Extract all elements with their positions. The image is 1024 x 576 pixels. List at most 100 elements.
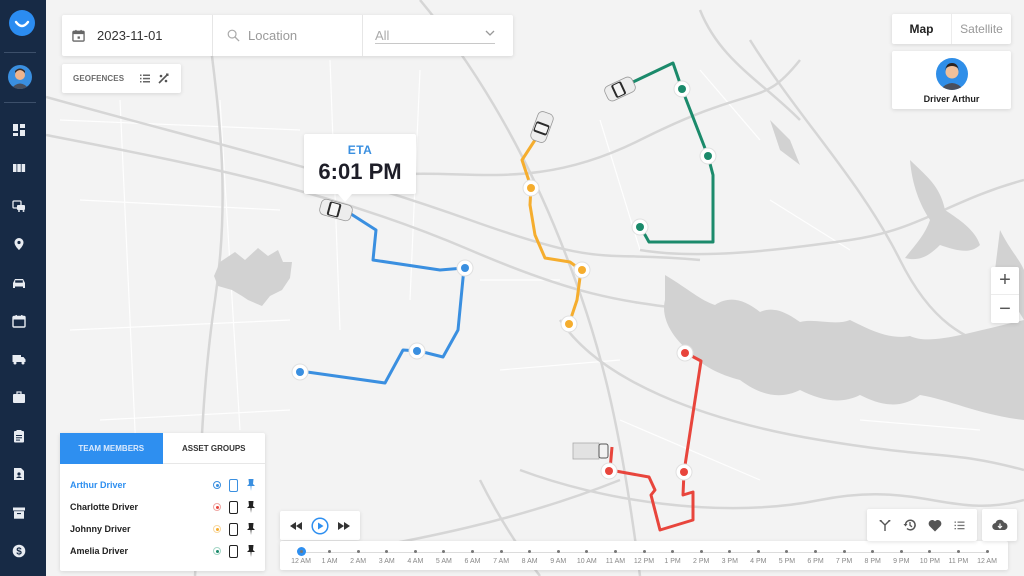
sidebar-item-archive[interactable]: [10, 504, 28, 522]
waypoint-blue[interactable]: [291, 363, 309, 381]
waypoint-red[interactable]: [600, 462, 618, 480]
briefcase-icon: [13, 391, 25, 403]
cloud-download-icon: [991, 519, 1007, 531]
split-route-button[interactable]: [879, 519, 891, 531]
timeline-tick: [699, 550, 703, 553]
team-member-row[interactable]: Charlotte Driver: [70, 496, 255, 518]
timeline-tick: [299, 550, 303, 553]
waypoint-orange[interactable]: [573, 261, 591, 279]
geofences-label: GEOFENCES: [73, 74, 125, 83]
mobile-device-icon[interactable]: [229, 544, 238, 558]
eta-label: ETA: [347, 143, 373, 157]
waypoint-orange[interactable]: [522, 179, 540, 197]
location-search-input[interactable]: Location: [213, 15, 363, 56]
list-icon: [954, 521, 965, 529]
zoom-out-button[interactable]: −: [991, 295, 1019, 323]
team-member-row[interactable]: Amelia Driver: [70, 540, 255, 562]
tab-team-members[interactable]: TEAM MEMBERS: [60, 433, 163, 464]
mobile-device-icon[interactable]: [229, 522, 238, 536]
timeline-hour-label: 1 AM: [321, 558, 338, 565]
member-name: Charlotte Driver: [70, 502, 139, 512]
pin-button[interactable]: [247, 523, 255, 535]
waypoint-green[interactable]: [631, 218, 649, 236]
waypoint-red[interactable]: [676, 344, 694, 362]
timeline-tick: [985, 550, 989, 553]
selected-driver-card[interactable]: Driver Arthur: [892, 51, 1011, 109]
waypoint-blue[interactable]: [456, 259, 474, 277]
vehicle-charlotte-truck-icon[interactable]: [572, 442, 609, 460]
sidebar-item-trucks[interactable]: [10, 350, 28, 368]
vehicle-johnny-car-icon[interactable]: [529, 110, 554, 144]
geofences-draw-button[interactable]: [158, 73, 169, 84]
app-logo[interactable]: [9, 10, 35, 36]
date-picker[interactable]: 2023-11-01: [62, 15, 213, 56]
timeline-tick: [814, 550, 817, 553]
chevron-down-icon: [485, 30, 495, 36]
sidebar-divider: [4, 102, 36, 103]
select-underline: [375, 43, 495, 44]
sidebar-item-jobs[interactable]: [10, 388, 28, 406]
list-view-button[interactable]: [954, 521, 965, 530]
timeline-hour-label: 6 AM: [464, 558, 481, 565]
playback-controls: [280, 511, 360, 540]
waypoint-red[interactable]: [675, 463, 693, 481]
map-type-map-button[interactable]: Map: [892, 14, 952, 44]
group-select[interactable]: All: [363, 15, 513, 56]
sidebar-item-locations[interactable]: [10, 235, 28, 253]
mobile-device-icon[interactable]: [229, 500, 238, 514]
favorites-button[interactable]: [928, 519, 942, 532]
team-member-row[interactable]: Arthur Driver: [70, 474, 255, 496]
fast-forward-button[interactable]: [337, 521, 350, 530]
vehicle-amelia-car-icon[interactable]: [603, 75, 637, 102]
timeline-hour-label: 7 AM: [493, 558, 510, 565]
pin-button[interactable]: [247, 479, 255, 491]
waypoint-blue[interactable]: [408, 342, 426, 360]
mobile-device-icon[interactable]: [229, 478, 238, 492]
user-avatar[interactable]: [8, 65, 32, 89]
play-button[interactable]: [311, 516, 329, 535]
timeline-hour-label: 11 AM: [605, 558, 626, 565]
download-button[interactable]: [982, 509, 1017, 541]
sidebar-item-contacts[interactable]: [10, 465, 28, 483]
route-johnny[interactable]: [520, 139, 583, 325]
timeline-hour-label: 10 AM: [576, 558, 597, 565]
group-select-value: All: [375, 28, 390, 43]
map-type-satellite-button[interactable]: Satellite: [952, 14, 1011, 44]
history-button[interactable]: [903, 518, 917, 532]
sidebar-item-cars[interactable]: [10, 274, 28, 292]
sidebar: $: [0, 0, 46, 576]
pin-button[interactable]: [247, 545, 255, 557]
driver-avatar-icon: [939, 63, 964, 90]
calendar-icon: [72, 29, 85, 42]
sidebar-item-billing[interactable]: $: [10, 542, 28, 560]
pin-button[interactable]: [247, 501, 255, 513]
tab-asset-groups[interactable]: ASSET GROUPS: [162, 433, 265, 464]
timeline-hour-label: 9 AM: [550, 558, 567, 565]
draw-geofence-icon: [158, 73, 169, 84]
location-placeholder: Location: [248, 28, 298, 43]
waypoint-green[interactable]: [673, 80, 691, 98]
timeline-tick: [956, 550, 960, 553]
eta-popup: ETA 6:01 PM: [304, 134, 416, 202]
zoom-in-button[interactable]: +: [991, 267, 1019, 295]
team-panel: TEAM MEMBERS ASSET GROUPS Arthur Driver …: [60, 433, 265, 571]
waypoint-green[interactable]: [699, 147, 717, 165]
dollar-icon: $: [12, 544, 26, 558]
sidebar-item-forms[interactable]: [10, 427, 28, 445]
member-name: Amelia Driver: [70, 546, 129, 556]
favorite-heart-icon: [929, 519, 942, 531]
sidebar-item-vehicles[interactable]: [10, 197, 28, 215]
sidebar-item-columns[interactable]: [10, 159, 28, 177]
waypoint-orange[interactable]: [560, 315, 578, 333]
rewind-button[interactable]: [290, 521, 303, 530]
timeline-hour-label: 10 PM: [919, 558, 940, 565]
sidebar-item-dashboard[interactable]: [10, 121, 28, 139]
geofences-list-button[interactable]: [140, 74, 151, 83]
clipboard-icon: [14, 430, 24, 443]
sidebar-item-calendar[interactable]: [10, 312, 28, 330]
route-arthur[interactable]: [299, 212, 466, 385]
location-pin-icon: [14, 238, 24, 250]
timeline-scrubber[interactable]: 12 AM 1 AM 2 AM 3 AM 4 AM 5 AM 6 AM 7 AM 8 AM 9 A…: [280, 541, 1008, 570]
split-route-icon: [879, 520, 891, 531]
team-member-row[interactable]: Johnny Driver: [70, 518, 255, 540]
